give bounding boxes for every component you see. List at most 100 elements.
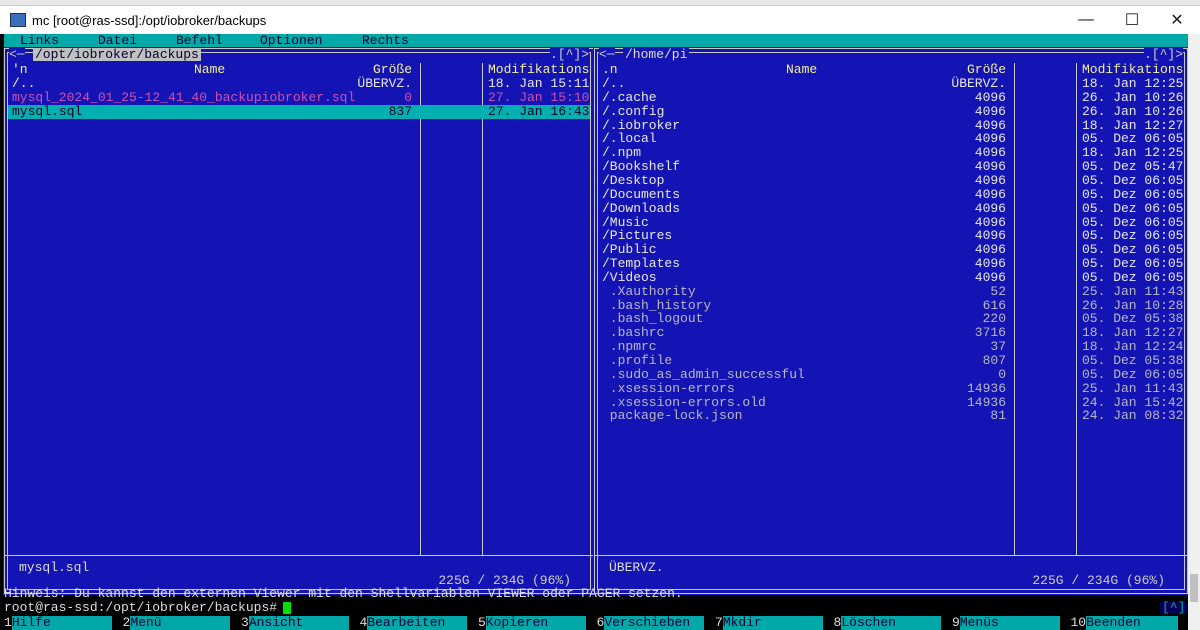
fkey-number: 9	[952, 615, 960, 630]
left-col-divider-size	[420, 63, 421, 555]
file-size: 0	[404, 89, 412, 105]
left-panel-path[interactable]: /opt/iobroker/backups	[33, 48, 201, 61]
fkey-mkdir[interactable]: 7Mkdir	[715, 616, 823, 630]
file-mtime: 24. Jan 08:32	[1082, 408, 1184, 424]
file-size: 4096	[974, 256, 1006, 272]
fkey-label: Mkdir	[722, 616, 823, 630]
file-size: 4096	[974, 172, 1006, 188]
file-row[interactable]: /Videos 4096 05. Dez 06:05	[598, 269, 1184, 285]
file-mtime: 26. Jan 10:26	[1082, 103, 1184, 119]
fkey-number: 3	[241, 615, 249, 630]
left-panel[interactable]: <─ /opt/iobroker/backups .[^]> 'n Name Grö…	[3, 47, 595, 595]
terminal-app-icon	[10, 13, 26, 27]
right-sort-indicator[interactable]: .n	[602, 63, 618, 77]
file-row[interactable]: /.config 4096 26. Jan 10:26	[598, 103, 1184, 119]
fkey-löschen[interactable]: 8Löschen	[834, 616, 942, 630]
file-name: /Bookshelf	[602, 159, 681, 175]
menu-datei[interactable]: Datei	[98, 34, 137, 48]
file-mtime: 05. Dez 06:05	[1082, 172, 1184, 188]
file-name: /Downloads	[602, 200, 681, 216]
right-panel-corner-left[interactable]: <─	[599, 48, 615, 61]
left-panel-frame	[7, 52, 591, 590]
file-row[interactable]: /.cache 4096 26. Jan 10:26	[598, 89, 1184, 105]
terminal[interactable]: Links Datei Befehl Optionen Rechts <─ /o…	[0, 34, 1200, 630]
file-mtime: 05. Dez 06:05	[1082, 269, 1184, 285]
file-row[interactable]: package-lock.json 81 24. Jan 08:32	[598, 409, 1184, 423]
menu-optionen[interactable]: Optionen	[260, 34, 322, 48]
file-row[interactable]: .profile 807 05. Dez 05:38	[598, 354, 1184, 368]
right-panel[interactable]: <─ /home/pi .[^]> .n Name Größe Modifikatio…	[593, 47, 1189, 595]
file-mtime: 05. Dez 06:05	[1082, 366, 1184, 382]
fkey-number: 10	[1070, 615, 1087, 630]
right-header-size[interactable]: Größe	[967, 63, 1006, 77]
left-column-headers: 'n Name Größe Modifikations	[8, 63, 590, 77]
fkey-ansicht[interactable]: 3Ansicht	[241, 616, 349, 630]
fkey-kopieren[interactable]: 5Kopieren	[478, 616, 586, 630]
file-row[interactable]: mysql_2024_01_25-12_41_40_backupiobroker…	[8, 89, 590, 105]
shell-prompt[interactable]: root@ras-ssd:/opt/iobroker/backups#	[4, 600, 292, 615]
left-panel-corner-left[interactable]: <─	[9, 48, 25, 61]
right-column-headers: .n Name Größe Modifikations	[598, 63, 1184, 77]
left-sort-indicator[interactable]: 'n	[12, 63, 28, 77]
file-size: 4096	[974, 89, 1006, 105]
left-header-mtime[interactable]: Modifikations	[488, 63, 589, 77]
file-row[interactable]: /Downloads 4096 05. Dez 06:05	[598, 200, 1184, 216]
file-row[interactable]: /.. ÜBERVZ. 18. Jan 12:25	[598, 77, 1184, 91]
file-size: 81	[990, 408, 1006, 424]
prompt-history-button[interactable]: [^]	[1160, 601, 1188, 614]
file-row[interactable]: /Documents 4096 05. Dez 06:05	[598, 186, 1184, 202]
close-button[interactable]: ✕	[1154, 6, 1200, 34]
file-size: ÜBERVZ.	[951, 76, 1006, 91]
menu-befehl[interactable]: Befehl	[176, 34, 223, 48]
maximize-button[interactable]: ☐	[1109, 6, 1155, 34]
right-disk-free: 225G / 234G (96%)	[1030, 573, 1167, 588]
fkey-label: Bearbeiten	[367, 616, 468, 630]
file-name: /Documents	[602, 186, 681, 202]
window-title: mc [root@ras-ssd]:/opt/iobroker/backups	[32, 12, 267, 28]
file-name: /.config	[602, 103, 665, 119]
fkey-label: Menüs	[959, 616, 1060, 630]
file-name: /Desktop	[602, 172, 665, 188]
prompt-text: root@ras-ssd:/opt/iobroker/backups#	[4, 600, 278, 615]
fkey-verschieben[interactable]: 6Verschieben	[597, 616, 705, 630]
file-row[interactable]: /Bookshelf 4096 05. Dez 05:47	[598, 160, 1184, 174]
left-panel-corner-right[interactable]: .[^]>	[549, 48, 589, 61]
file-row[interactable]: .Xauthority 52 25. Jan 11:43	[598, 283, 1184, 299]
file-row[interactable]: /Templates 4096 05. Dez 06:05	[598, 257, 1184, 271]
file-row[interactable]: .xsession-errors 14936 25. Jan 11:43	[598, 381, 1184, 396]
minimize-button[interactable]: —	[1063, 6, 1109, 34]
file-row[interactable]: /Desktop 4096 05. Dez 06:05	[598, 172, 1184, 188]
fkey-number: 5	[478, 615, 486, 630]
fkey-beenden[interactable]: 10Beenden	[1071, 616, 1179, 630]
left-mini-status: mysql.sql	[19, 560, 90, 575]
terminal-scrollbar[interactable]	[1188, 34, 1200, 630]
fkey-label: Hilfe	[11, 616, 112, 630]
scrollbar-thumb[interactable]	[1190, 574, 1198, 602]
fkey-menü[interactable]: 2Menü	[123, 616, 231, 630]
fkey-hilfe[interactable]: 1Hilfe	[4, 616, 112, 630]
fkey-bearbeiten[interactable]: 4Bearbeiten	[360, 616, 468, 630]
fkey-number: 7	[715, 615, 723, 630]
menu-rechts[interactable]: Rechts	[362, 34, 409, 48]
file-name: /Videos	[602, 269, 657, 285]
fkey-number: 2	[122, 615, 131, 630]
file-mtime: 05. Dez 06:05	[1082, 186, 1184, 202]
left-header-name[interactable]: Name	[194, 63, 225, 77]
right-panel-corner-right[interactable]: .[^]>	[1143, 48, 1183, 61]
right-header-name[interactable]: Name	[786, 63, 817, 77]
file-name: .profile	[602, 353, 673, 368]
file-row[interactable]: .sudo_as_admin_successful 0 05. Dez 06:05	[598, 366, 1184, 382]
file-size: 4096	[974, 159, 1006, 175]
menu-links[interactable]: Links	[20, 34, 59, 48]
left-header-size[interactable]: Größe	[373, 63, 412, 77]
file-row[interactable]: /.. ÜBERVZ. 18. Jan 15:11	[8, 77, 590, 91]
file-row[interactable]: mysql.sql 837 27. Jan 16:43	[8, 103, 590, 119]
right-panel-path[interactable]: /home/pi	[623, 48, 690, 61]
file-mtime: 25. Jan 11:43	[1082, 283, 1184, 299]
right-header-mtime[interactable]: Modifikations	[1082, 63, 1183, 77]
fkey-label: Menü	[130, 616, 231, 630]
file-name: /..	[12, 76, 36, 91]
window-titlebar: mc [root@ras-ssd]:/opt/iobroker/backups …	[0, 6, 1200, 34]
file-size: 837	[388, 103, 412, 119]
fkey-menüs[interactable]: 9Menüs	[952, 616, 1060, 630]
